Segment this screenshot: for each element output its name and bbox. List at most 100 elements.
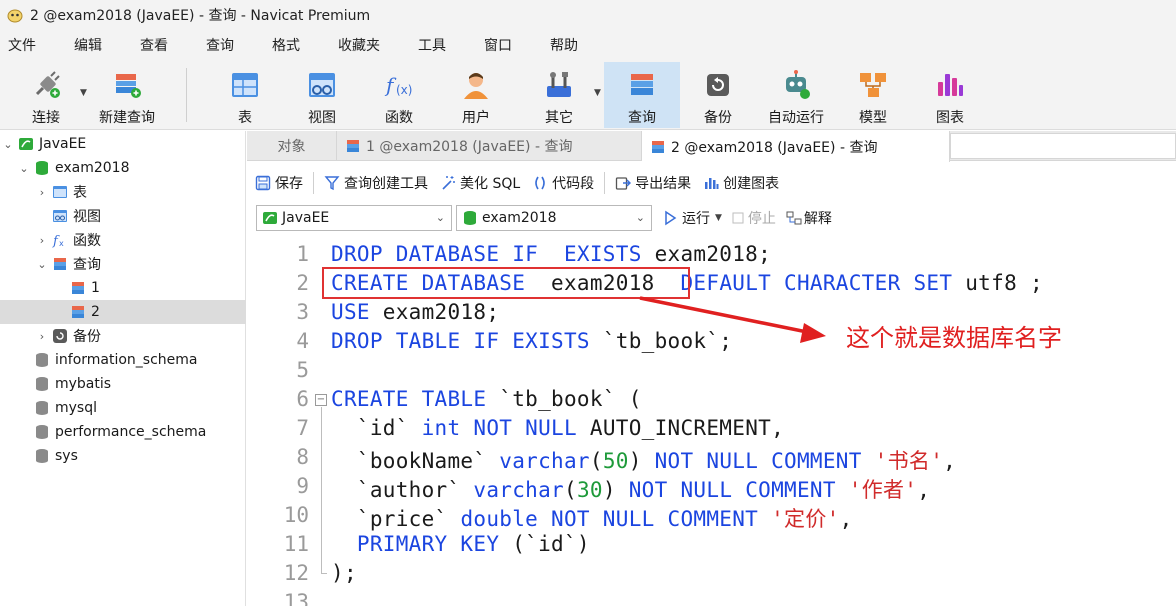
code-line-10: `price` double NOT NULL COMMENT '定价', [331,507,853,531]
query-toolbar: 保存 查询创建工具 美化 SQL 代码段 导出结果 创建图表 [247,166,1176,200]
code-line-4: DROP TABLE IF EXISTS `tb_book`; [331,329,733,353]
menu-file[interactable]: 文件 [0,35,66,55]
menu-format[interactable]: 格式 [264,35,330,55]
connect-dropdown-icon[interactable]: ▼ [80,88,87,98]
database-select[interactable]: exam2018 ⌄ [456,205,652,231]
menu-view[interactable]: 查看 [132,35,198,55]
tree-functions[interactable]: › fx 函数 [0,228,246,252]
tree-database-exam2018[interactable]: ⌄ exam2018 [0,156,246,180]
expand-arrow-icon[interactable]: ⌄ [18,162,30,175]
collapse-arrow-icon[interactable]: › [36,186,48,199]
other-dropdown-icon[interactable]: ▼ [594,88,601,98]
function-button[interactable]: f (x) 函数 [364,62,434,128]
export-results-label: 导出结果 [635,176,692,192]
run-button[interactable]: 运行 ▼ [662,208,722,228]
tree-connection-javaee[interactable]: ⌄ JavaEE [0,132,246,156]
tab-label: 对象 [277,139,306,155]
chevron-down-icon: ⌄ [635,211,645,224]
tools-icon [547,72,571,97]
tree-database-sys[interactable]: sys [0,444,246,468]
menu-help[interactable]: 帮助 [542,35,594,55]
user-icon [464,73,488,99]
beautify-sql-label: 美化 SQL [460,176,521,192]
collapse-arrow-icon[interactable]: › [36,234,48,247]
database-select-value: exam2018 [482,210,557,226]
model-icon [860,73,886,97]
view-icon [309,73,335,97]
backup-label: 备份 [704,110,732,126]
chart-button[interactable]: 图表 [915,62,985,128]
play-icon [665,210,677,226]
connection-icon [19,138,33,150]
view-button[interactable]: 视图 [287,62,357,128]
backup-icon [53,329,67,343]
chart-icon [938,74,963,96]
explain-button[interactable]: 解释 [786,208,832,228]
menu-window[interactable]: 窗口 [476,35,542,55]
toolbar-divider [604,172,606,194]
tree-database-mybatis[interactable]: mybatis [0,372,246,396]
tree-database-mysql[interactable]: mysql [0,396,246,420]
automation-button[interactable]: 自动运行 [760,62,832,128]
tab-bar: 对象 1 @exam2018 (JavaEE) - 查询 2 @exam2018… [247,131,1176,162]
backup-button[interactable]: 备份 [683,62,753,128]
menu-tools[interactable]: 工具 [410,35,476,55]
window-title: 2 @exam2018 (JavaEE) - 查询 - Navicat Prem… [30,8,371,24]
run-label: 运行 [682,211,710,227]
tree-query-1[interactable]: 1 [0,276,246,300]
other-button[interactable]: 其它 [524,62,594,128]
tab-query-1[interactable]: 1 @exam2018 (JavaEE) - 查询 [337,131,642,161]
tree-queries[interactable]: ⌄ 查询 [0,252,246,276]
tree-label: mybatis [55,376,112,392]
tree-database-performance-schema[interactable]: performance_schema [0,420,246,444]
line-number: 3 [296,300,309,324]
query-builder-button[interactable]: 查询创建工具 [318,173,434,193]
user-button[interactable]: 用户 [441,62,511,128]
backup-icon [707,74,729,96]
tree-views[interactable]: 视图 [0,204,246,228]
collapse-arrow-icon[interactable]: › [36,330,48,343]
tree-backups[interactable]: › 备份 [0,324,246,348]
run-dropdown-icon[interactable]: ▼ [715,213,722,223]
query-button[interactable]: 查询 [604,62,680,128]
tree-database-information-schema[interactable]: information_schema [0,348,246,372]
expand-arrow-icon[interactable]: ⌄ [36,258,48,271]
tab-label: 1 @exam2018 (JavaEE) - 查询 [366,139,573,155]
database-icon [36,377,48,391]
save-button[interactable]: 保存 [247,173,309,193]
model-button[interactable]: 模型 [838,62,908,128]
database-icon [36,449,48,463]
menu-query[interactable]: 查询 [198,35,264,55]
chart-label: 图表 [936,110,964,126]
tree-query-2[interactable]: 2 [0,300,246,324]
code-snippet-button[interactable]: 代码段 [526,173,600,193]
create-chart-button[interactable]: 创建图表 [697,173,785,193]
fold-toggle-icon[interactable]: − [315,394,327,406]
svg-text:x: x [59,239,64,248]
stop-button[interactable]: 停止 [732,208,776,228]
tab-label: 2 @exam2018 (JavaEE) - 查询 [671,139,878,156]
connection-select[interactable]: JavaEE ⌄ [256,205,452,231]
tab-query-2[interactable]: 2 @exam2018 (JavaEE) - 查询 [642,131,950,162]
robot-icon [786,70,810,99]
function-icon: fx [52,234,64,248]
database-icon [464,211,476,225]
tree-label: sys [55,448,78,464]
expand-arrow-icon[interactable]: ⌄ [2,138,14,151]
export-results-button[interactable]: 导出结果 [609,173,697,193]
tree-tables[interactable]: › 表 [0,180,246,204]
fold-guide [321,407,322,573]
builder-icon [324,176,340,191]
annotation-text: 这个就是数据库名字 [846,324,1062,352]
annotation-highlight-box [322,267,690,299]
menu-edit[interactable]: 编辑 [66,35,132,55]
navicat-logo-icon [7,9,23,23]
menu-favorites[interactable]: 收藏夹 [330,35,410,55]
database-icon [36,401,48,415]
beautify-sql-button[interactable]: 美化 SQL [434,173,526,193]
connect-button[interactable]: 连接 [16,62,76,128]
tab-objects[interactable]: 对象 [247,131,337,161]
table-button[interactable]: 表 [210,62,280,128]
new-query-button[interactable]: 新建查询 [92,62,162,128]
code-line-7: `id` int NOT NULL AUTO_INCREMENT, [331,416,785,440]
